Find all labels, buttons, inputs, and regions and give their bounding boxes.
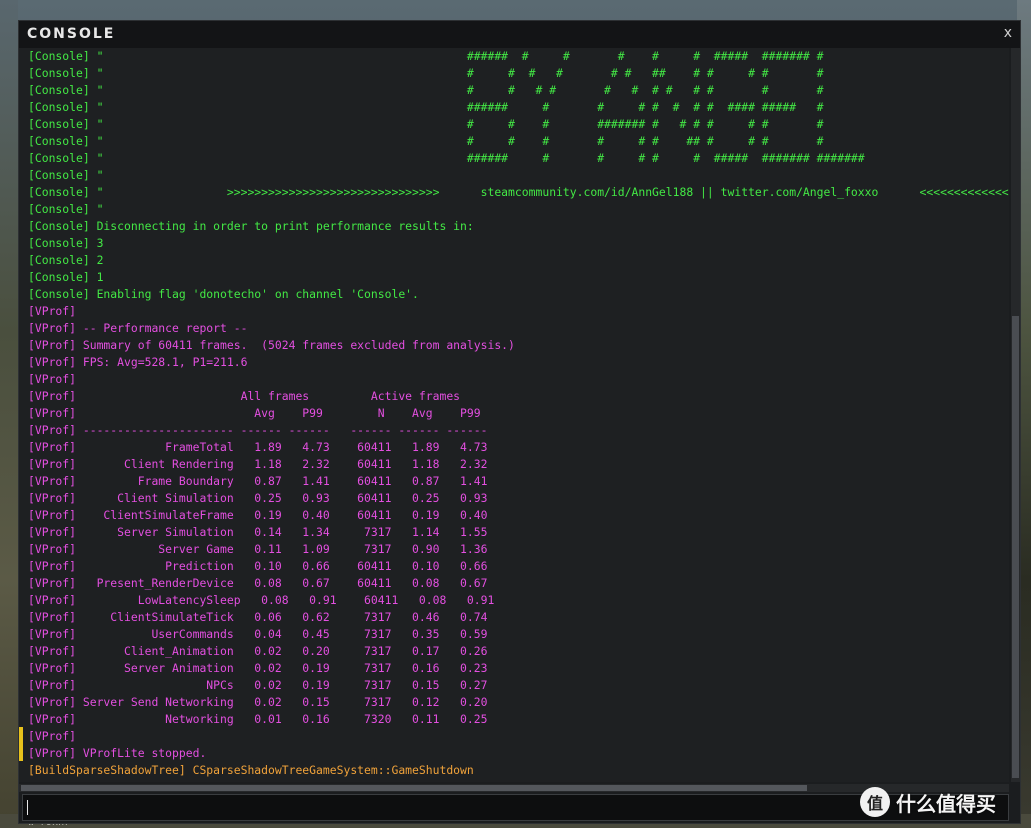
console-line: [VProf] <box>28 729 77 743</box>
console-line: [VProf] Client Simulation 0.25 0.93 6041… <box>28 491 488 505</box>
console-line: [Console] 3 <box>28 236 104 250</box>
console-line: [Console] " ###### # # # # # ##### #####… <box>28 49 824 63</box>
console-line: [VProf] Networking 0.01 0.16 7320 0.11 0… <box>28 712 488 726</box>
console-line: [Console] " ###### # # # # # ##### #####… <box>28 151 865 165</box>
console-line: [VProf] Client Rendering 1.18 2.32 60411… <box>28 457 488 471</box>
close-button[interactable]: x <box>1004 25 1012 41</box>
console-line: [Console] " <box>28 168 104 182</box>
vertical-scrollbar[interactable] <box>1011 48 1020 782</box>
console-line: [VProf] VProfLite stopped. <box>28 746 207 760</box>
console-line: [VProf] Present_RenderDevice 0.08 0.67 6… <box>28 576 488 590</box>
text-cursor <box>27 800 28 815</box>
console-line: [BuildSparseShadowTree] CSparseShadowTre… <box>28 763 474 777</box>
console-line: [Console] " # # # ####### # # # # # # # <box>28 117 824 131</box>
console-line: [VProf] -- Performance report -- <box>28 321 248 335</box>
console-line: [Console] Enabling flag 'donotecho' on c… <box>28 287 419 301</box>
console-line: [Console] Disconnecting in order to prin… <box>28 219 474 233</box>
console-line: [VProf] Prediction 0.10 0.66 60411 0.10 … <box>28 559 488 573</box>
console-line: [VProf] Avg P99 N Avg P99 <box>28 406 481 420</box>
console-window: CONSOLE x [Console] " ###### # # # # # #… <box>18 20 1021 824</box>
console-line: [VProf] Server Game 0.11 1.09 7317 0.90 … <box>28 542 488 556</box>
console-line: [VProf] UserCommands 0.04 0.45 7317 0.35… <box>28 627 488 641</box>
console-line: [VProf] LowLatencySleep 0.08 0.91 60411 … <box>28 593 495 607</box>
console-line: [Console] " # # # # # # ## # # # # <box>28 134 824 148</box>
console-line: [VProf] <box>28 372 77 386</box>
console-titlebar[interactable]: CONSOLE x <box>19 21 1020 48</box>
console-line: [Console] " # # # # # # ## # # # # # <box>28 66 824 80</box>
vertical-scroll-thumb[interactable] <box>1012 316 1019 778</box>
console-line: [VProf] Server Animation 0.02 0.19 7317 … <box>28 661 488 675</box>
console-line: [Console] " ###### # # # # # # # #### ##… <box>28 100 824 114</box>
watermark-logo-icon: 值 <box>860 787 890 817</box>
output-lines: [Console] " ###### # # # # # ##### #####… <box>19 48 1009 779</box>
game-background-left <box>0 0 18 828</box>
console-line: [VProf] Summary of 60411 frames. (5024 f… <box>28 338 515 352</box>
console-line: [Console] 1 <box>28 270 104 284</box>
console-line: [VProf] FPS: Avg=528.1, P1=211.6 <box>28 355 248 369</box>
console-line: [Console] 2 <box>28 253 104 267</box>
console-line: [Console] " <box>28 202 104 216</box>
watermark: 值 什么值得买 <box>860 786 996 818</box>
watermark-text: 什么值得买 <box>896 791 996 816</box>
console-line: [VProf] Client_Animation 0.02 0.20 7317 … <box>28 644 488 658</box>
console-line: [VProf] ClientSimulateFrame 0.19 0.40 60… <box>28 508 488 522</box>
console-line: [Console] " # # # # # # # # # # # # <box>28 83 824 97</box>
console-line: [VProf] All frames Active frames <box>28 389 461 403</box>
console-line: [VProf] Server Simulation 0.14 1.34 7317… <box>28 525 488 539</box>
console-output[interactable]: [Console] " ###### # # # # # ##### #####… <box>19 48 1009 782</box>
console-line: [VProf] Server Send Networking 0.02 0.15… <box>28 695 488 709</box>
console-line: [Console] " >>>>>>>>>>>>>>>>>>>>>>>>>>>>… <box>28 185 1009 199</box>
scroll-position-marker <box>19 727 23 761</box>
horizontal-scroll-thumb[interactable] <box>21 785 807 791</box>
console-line: [VProf] NPCs 0.02 0.19 7317 0.15 0.27 <box>28 678 488 692</box>
console-line: [VProf] ---------------------- ------ --… <box>28 423 488 437</box>
console-line: [VProf] ClientSimulateTick 0.06 0.62 731… <box>28 610 488 624</box>
console-title: CONSOLE <box>27 26 116 42</box>
console-line: [VProf] FrameTotal 1.89 4.73 60411 1.89 … <box>28 440 488 454</box>
console-line: [VProf] <box>28 304 77 318</box>
console-line: [VProf] Frame Boundary 0.87 1.41 60411 0… <box>28 474 488 488</box>
